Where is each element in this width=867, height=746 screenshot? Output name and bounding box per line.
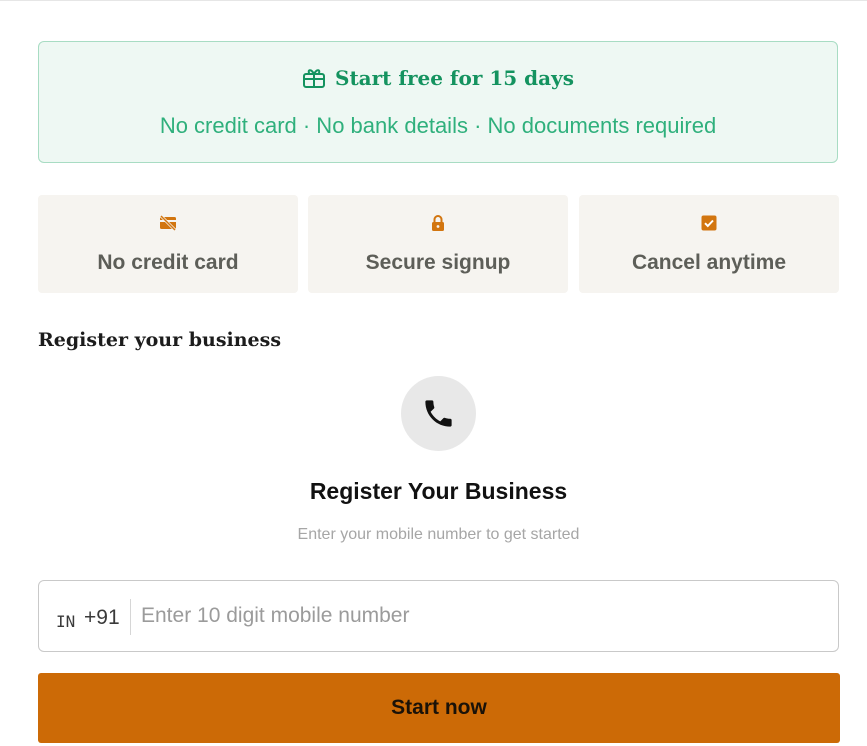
- form-title: Register Your Business: [309, 478, 568, 504]
- mobile-number-field: IN +91: [38, 580, 839, 652]
- gift-icon: [302, 67, 326, 94]
- phone-icon-badge: [401, 376, 476, 451]
- field-divider: [130, 599, 131, 635]
- free-trial-title: Start free for 15 days: [39, 66, 837, 94]
- country-flag: IN: [56, 612, 76, 631]
- section-heading: Register your business: [38, 329, 282, 351]
- no-card-icon: [159, 214, 177, 232]
- lock-icon: [432, 215, 444, 231]
- feature-card-secure-signup: Secure signup: [308, 195, 568, 293]
- feature-label: Cancel anytime: [631, 251, 787, 274]
- top-divider: [0, 0, 867, 1]
- feature-label: Secure signup: [365, 251, 511, 274]
- phone-icon: [425, 400, 452, 427]
- feature-label: No credit card: [97, 251, 239, 274]
- checkbox-icon: [701, 215, 717, 231]
- country-code: +91: [84, 606, 120, 629]
- free-trial-banner: Start free for 15 days No credit card · …: [38, 41, 838, 163]
- mobile-number-input[interactable]: [141, 595, 821, 637]
- start-now-button[interactable]: Start now: [38, 673, 840, 743]
- free-trial-title-text: Start free for 15 days: [335, 66, 574, 90]
- form-subtitle: Enter your mobile number to get started: [297, 526, 580, 543]
- free-trial-subtitle: No credit card · No bank details · No do…: [159, 113, 717, 138]
- feature-card-cancel-anytime: Cancel anytime: [579, 195, 839, 293]
- feature-card-no-credit-card: No credit card: [38, 195, 298, 293]
